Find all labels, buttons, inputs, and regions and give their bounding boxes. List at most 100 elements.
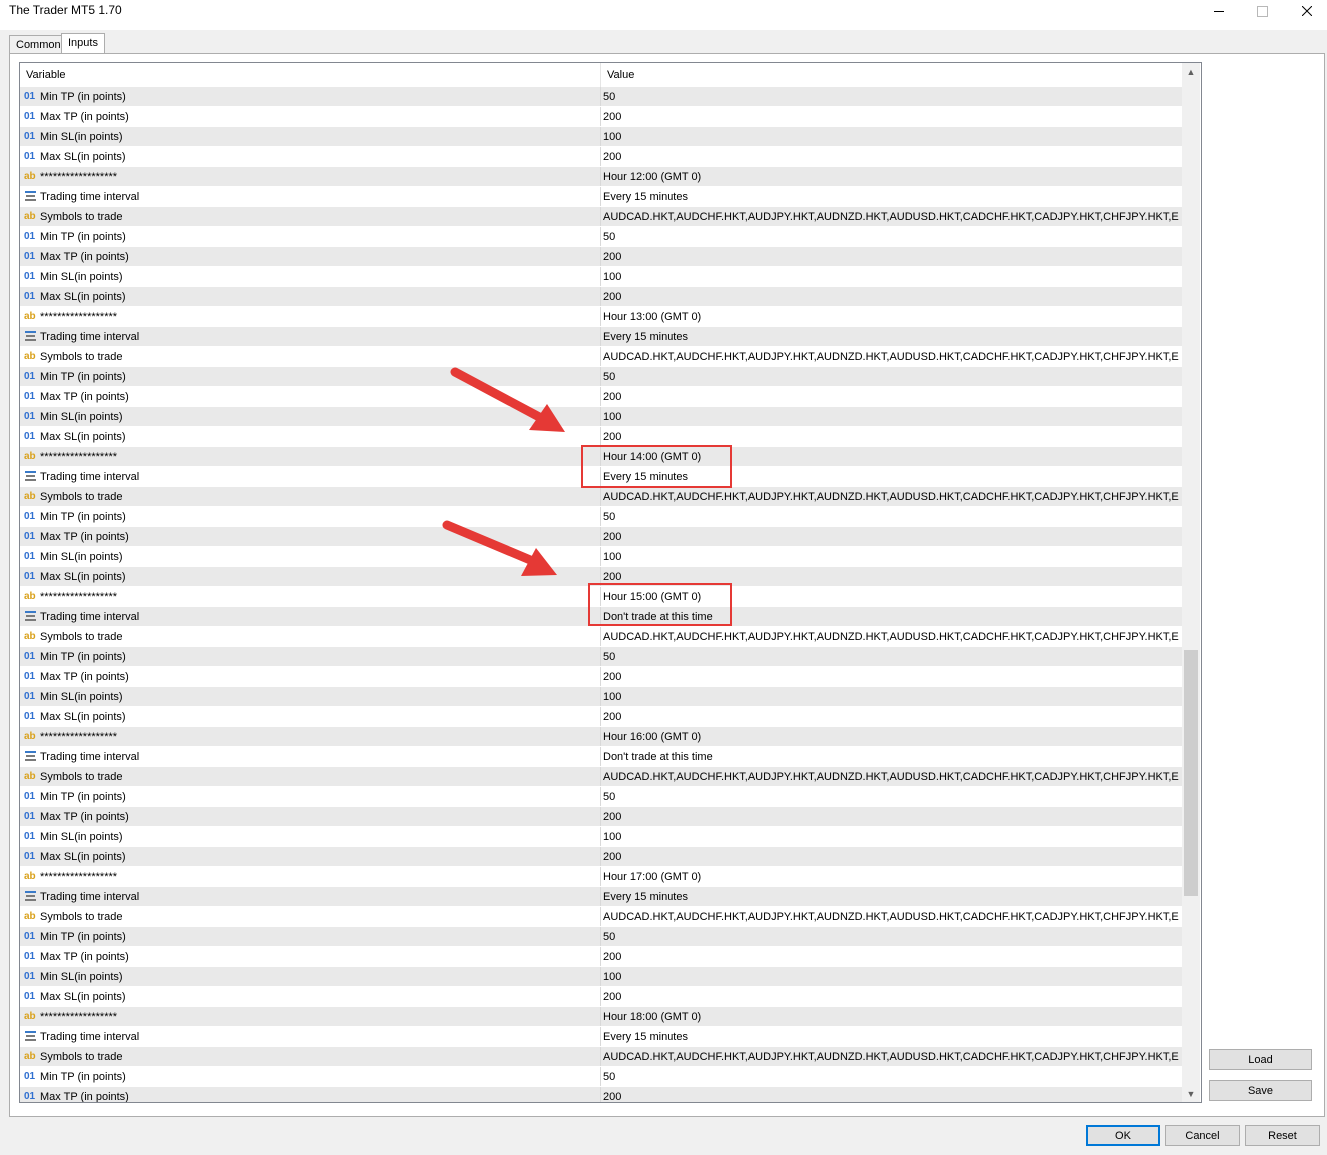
- value-cell[interactable]: 100: [603, 827, 1179, 847]
- table-row[interactable]: 01 Max SL(in points) 200: [20, 987, 1182, 1007]
- tab-common[interactable]: Common: [9, 35, 68, 54]
- value-cell[interactable]: 50: [603, 787, 1179, 807]
- table-row[interactable]: 01 Max TP (in points) 200: [20, 247, 1182, 267]
- value-cell[interactable]: 200: [603, 1087, 1179, 1102]
- table-row[interactable]: 01 Min SL(in points) 100: [20, 547, 1182, 567]
- table-row[interactable]: ab Symbols to trade AUDCAD.HKT,AUDCHF.HKT,…: [20, 907, 1182, 927]
- value-cell[interactable]: 200: [603, 707, 1179, 727]
- value-cell[interactable]: 100: [603, 687, 1179, 707]
- table-row[interactable]: 01 Max SL(in points) 200: [20, 287, 1182, 307]
- value-cell[interactable]: Hour 17:00 (GMT 0): [603, 867, 1179, 887]
- value-cell[interactable]: 50: [603, 507, 1179, 527]
- value-cell[interactable]: 100: [603, 407, 1179, 427]
- value-cell[interactable]: 50: [603, 367, 1179, 387]
- table-row[interactable]: ab Symbols to trade AUDCAD.HKT,AUDCHF.HKT,…: [20, 767, 1182, 787]
- table-row[interactable]: Trading time interval Every 15 minutes: [20, 187, 1182, 207]
- table-row[interactable]: 01 Max SL(in points) 200: [20, 847, 1182, 867]
- value-cell[interactable]: 200: [603, 807, 1179, 827]
- cancel-button[interactable]: Cancel: [1165, 1125, 1240, 1146]
- table-row[interactable]: Trading time interval Every 15 minutes: [20, 327, 1182, 347]
- value-cell[interactable]: 200: [603, 287, 1179, 307]
- value-cell[interactable]: 200: [603, 247, 1179, 267]
- value-cell[interactable]: AUDCAD.HKT,AUDCHF.HKT,AUDJPY.HKT,AUDNZD.…: [603, 487, 1179, 507]
- table-row[interactable]: 01 Max SL(in points) 200: [20, 147, 1182, 167]
- value-cell[interactable]: AUDCAD.HKT,AUDCHF.HKT,AUDJPY.HKT,AUDNZD.…: [603, 207, 1179, 227]
- value-cell[interactable]: 50: [603, 227, 1179, 247]
- table-row[interactable]: 01 Max SL(in points) 200: [20, 707, 1182, 727]
- value-cell[interactable]: 200: [603, 667, 1179, 687]
- table-row[interactable]: Trading time interval Every 15 minutes: [20, 1027, 1182, 1047]
- table-row[interactable]: ab ****************** Hour 17:00 (GMT 0): [20, 867, 1182, 887]
- value-cell[interactable]: 100: [603, 267, 1179, 287]
- table-row[interactable]: 01 Min TP (in points) 50: [20, 1067, 1182, 1087]
- table-row[interactable]: ab Symbols to trade AUDCAD.HKT,AUDCHF.HKT,…: [20, 487, 1182, 507]
- table-row[interactable]: 01 Min TP (in points) 50: [20, 227, 1182, 247]
- value-cell[interactable]: 200: [603, 847, 1179, 867]
- value-cell[interactable]: 200: [603, 527, 1179, 547]
- table-row[interactable]: 01 Min TP (in points) 50: [20, 507, 1182, 527]
- tab-inputs[interactable]: Inputs: [61, 33, 105, 54]
- value-cell[interactable]: Every 15 minutes: [603, 887, 1179, 907]
- column-header-value[interactable]: Value: [601, 63, 634, 87]
- minimize-button[interactable]: [1196, 0, 1242, 22]
- maximize-button[interactable]: [1239, 0, 1285, 22]
- value-cell[interactable]: 50: [603, 927, 1179, 947]
- value-cell[interactable]: 200: [603, 107, 1179, 127]
- value-cell[interactable]: Don't trade at this time: [603, 747, 1179, 767]
- table-row[interactable]: ab Symbols to trade AUDCAD.HKT,AUDCHF.HKT,…: [20, 207, 1182, 227]
- scroll-up-icon[interactable]: ▲: [1182, 63, 1200, 80]
- value-cell[interactable]: Hour 16:00 (GMT 0): [603, 727, 1179, 747]
- table-row[interactable]: 01 Max TP (in points) 200: [20, 527, 1182, 547]
- close-button[interactable]: [1284, 0, 1327, 22]
- table-row[interactable]: Trading time interval Don't trade at this…: [20, 747, 1182, 767]
- table-row[interactable]: 01 Max TP (in points) 200: [20, 807, 1182, 827]
- table-row[interactable]: 01 Max TP (in points) 200: [20, 1087, 1182, 1102]
- table-row[interactable]: 01 Min SL(in points) 100: [20, 127, 1182, 147]
- value-cell[interactable]: 200: [603, 947, 1179, 967]
- table-row[interactable]: ab Symbols to trade AUDCAD.HKT,AUDCHF.HKT,…: [20, 347, 1182, 367]
- table-row[interactable]: 01 Max TP (in points) 200: [20, 387, 1182, 407]
- table-row[interactable]: ab ****************** Hour 16:00 (GMT 0): [20, 727, 1182, 747]
- value-cell[interactable]: 100: [603, 547, 1179, 567]
- scroll-down-icon[interactable]: ▼: [1182, 1085, 1200, 1102]
- table-row[interactable]: 01 Min TP (in points) 50: [20, 87, 1182, 107]
- value-cell[interactable]: Every 15 minutes: [603, 1027, 1179, 1047]
- value-cell[interactable]: 50: [603, 87, 1179, 107]
- table-row[interactable]: 01 Max TP (in points) 200: [20, 667, 1182, 687]
- table-row[interactable]: 01 Min TP (in points) 50: [20, 927, 1182, 947]
- table-row[interactable]: 01 Max TP (in points) 200: [20, 107, 1182, 127]
- table-row[interactable]: 01 Min TP (in points) 50: [20, 787, 1182, 807]
- table-row[interactable]: 01 Min SL(in points) 100: [20, 967, 1182, 987]
- value-cell[interactable]: Hour 18:00 (GMT 0): [603, 1007, 1179, 1027]
- reset-button[interactable]: Reset: [1245, 1125, 1320, 1146]
- value-cell[interactable]: 100: [603, 127, 1179, 147]
- value-cell[interactable]: Hour 13:00 (GMT 0): [603, 307, 1179, 327]
- value-cell[interactable]: AUDCAD.HKT,AUDCHF.HKT,AUDJPY.HKT,AUDNZD.…: [603, 907, 1179, 927]
- table-row[interactable]: ab Symbols to trade AUDCAD.HKT,AUDCHF.HKT,…: [20, 1047, 1182, 1067]
- value-cell[interactable]: AUDCAD.HKT,AUDCHF.HKT,AUDJPY.HKT,AUDNZD.…: [603, 627, 1179, 647]
- value-cell[interactable]: 200: [603, 987, 1179, 1007]
- ok-button[interactable]: OK: [1086, 1125, 1160, 1146]
- table-row[interactable]: ab ****************** Hour 12:00 (GMT 0): [20, 167, 1182, 187]
- vertical-scrollbar[interactable]: ▲ ▼: [1182, 63, 1200, 1102]
- table-row[interactable]: 01 Min TP (in points) 50: [20, 647, 1182, 667]
- table-row[interactable]: 01 Max SL(in points) 200: [20, 427, 1182, 447]
- save-button[interactable]: Save: [1209, 1080, 1312, 1101]
- value-cell[interactable]: 200: [603, 427, 1179, 447]
- value-cell[interactable]: 50: [603, 1067, 1179, 1087]
- load-button[interactable]: Load: [1209, 1049, 1312, 1070]
- value-cell[interactable]: 200: [603, 387, 1179, 407]
- value-cell[interactable]: Hour 12:00 (GMT 0): [603, 167, 1179, 187]
- table-row[interactable]: 01 Min SL(in points) 100: [20, 687, 1182, 707]
- table-row[interactable]: 01 Max TP (in points) 200: [20, 947, 1182, 967]
- scroll-thumb[interactable]: [1184, 650, 1198, 896]
- table-row[interactable]: 01 Min SL(in points) 100: [20, 267, 1182, 287]
- value-cell[interactable]: 100: [603, 967, 1179, 987]
- value-cell[interactable]: Every 15 minutes: [603, 187, 1179, 207]
- value-cell[interactable]: Every 15 minutes: [603, 327, 1179, 347]
- value-cell[interactable]: 200: [603, 147, 1179, 167]
- table-row[interactable]: ab ****************** Hour 13:00 (GMT 0): [20, 307, 1182, 327]
- table-row[interactable]: ab ****************** Hour 18:00 (GMT 0): [20, 1007, 1182, 1027]
- table-row[interactable]: Trading time interval Every 15 minutes: [20, 887, 1182, 907]
- value-cell[interactable]: AUDCAD.HKT,AUDCHF.HKT,AUDJPY.HKT,AUDNZD.…: [603, 767, 1179, 787]
